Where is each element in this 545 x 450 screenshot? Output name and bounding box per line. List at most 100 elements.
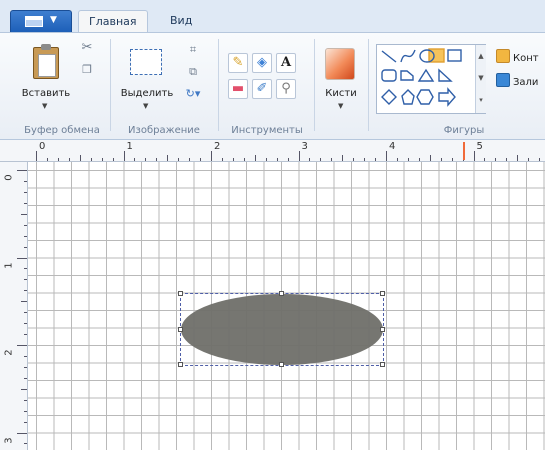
ruler-tick [17, 345, 27, 346]
ruler-tick [331, 158, 333, 161]
shapes-gallery[interactable] [376, 44, 486, 114]
outline-button-label: Конт [513, 53, 539, 64]
resize-handle[interactable] [178, 291, 183, 296]
ruler-tick [24, 312, 27, 314]
text-tool-button[interactable]: A [276, 53, 296, 73]
resize-handle[interactable] [178, 362, 183, 367]
ruler-tick [429, 155, 431, 161]
ruler-tick [79, 155, 81, 161]
crop-icon[interactable]: ⌗ [186, 43, 200, 57]
vertical-ruler: 0 1 2 3 [0, 162, 28, 450]
ruler-tick [123, 151, 125, 161]
ruler-tick [112, 158, 114, 161]
paste-button[interactable] [33, 44, 59, 79]
outline-icon [496, 49, 510, 63]
group-divider [368, 39, 369, 131]
ruler-tick [320, 158, 322, 161]
ruler-tick [24, 399, 27, 401]
gallery-scroll[interactable]: ▲ ▼ ▾ [475, 45, 486, 113]
ruler-tick [167, 155, 169, 161]
ruler-tick [211, 151, 212, 161]
resize-handle[interactable] [380, 291, 385, 296]
tools-group-label: Инструменты [231, 125, 303, 136]
paste-button-label: Вставить [21, 88, 71, 99]
chevron-down-icon: ▼ [338, 102, 344, 110]
ruler-tick [24, 224, 27, 226]
ruler-tick [353, 158, 355, 161]
fill-bucket-icon[interactable]: ◈ [252, 53, 272, 73]
ruler-tick [24, 355, 27, 357]
chevron-down-icon: ▼ [42, 102, 48, 110]
resize-handle[interactable] [279, 291, 284, 296]
outline-button[interactable]: Конт [496, 49, 539, 67]
eraser-icon[interactable]: ▬ [228, 79, 248, 99]
ruler-tick [254, 155, 256, 161]
resize-handle[interactable] [279, 362, 284, 367]
ruler-tick [517, 155, 519, 161]
shapes-gallery-icons [381, 48, 462, 107]
ruler-tick [243, 158, 245, 161]
ruler-label: 4 [389, 141, 396, 152]
magnifier-icon[interactable]: ⚲ [276, 79, 296, 99]
ribbon: Вставить ▼ ✂ ❐ Буфер обмена Выделить ▼ ⌗… [0, 32, 545, 140]
ruler-tick [200, 158, 202, 161]
ruler-tick [221, 158, 223, 161]
ruler-tick [24, 410, 27, 412]
fill-button-label: Зали [513, 77, 539, 88]
ruler-tick [276, 158, 278, 161]
ruler-label: 0 [3, 174, 15, 181]
ruler-label: 2 [214, 141, 221, 152]
ruler-tick [24, 334, 27, 336]
ruler-tick [21, 213, 27, 215]
copy-icon[interactable]: ❐ [80, 63, 94, 77]
ruler-tick [24, 202, 27, 204]
ruler-label: 2 [3, 349, 15, 356]
ruler-tick [342, 155, 344, 161]
ruler-tick [24, 377, 27, 379]
file-menu-button[interactable]: ▼ [10, 10, 72, 32]
resize-handle[interactable] [178, 326, 183, 332]
ruler-tick [90, 158, 92, 161]
brushes-button[interactable] [325, 48, 355, 80]
resize-handle[interactable] [380, 362, 385, 367]
ruler-tick [24, 235, 27, 237]
ruler-tick [36, 151, 37, 161]
ruler-tick [440, 158, 442, 161]
cut-icon[interactable]: ✂ [80, 41, 94, 55]
pencil-icon[interactable]: ✎ [228, 53, 248, 73]
rotate-icon[interactable]: ↻▾ [182, 87, 204, 101]
resize-handle[interactable] [380, 326, 385, 332]
ruler-tick [309, 158, 311, 161]
tab-home[interactable]: Главная [78, 10, 148, 33]
group-divider [314, 39, 315, 131]
tab-view[interactable]: Вид [160, 10, 202, 32]
group-divider [218, 39, 219, 131]
select-button[interactable] [130, 49, 162, 75]
ruler-tick [68, 158, 70, 161]
clipboard-group-label: Буфер обмена [24, 125, 100, 136]
ruler-tick [539, 158, 541, 161]
fill-icon [496, 73, 510, 87]
ruler-tick [24, 191, 27, 193]
ruler-tick [24, 421, 27, 423]
ruler-tick [298, 151, 300, 161]
ruler-tick [484, 158, 486, 161]
ruler-tick [506, 158, 508, 161]
fill-button[interactable]: Зали [496, 73, 538, 91]
ruler-tick [451, 158, 453, 161]
ruler-tick [24, 366, 27, 368]
resize-icon[interactable]: ⧉ [186, 65, 200, 79]
ruler-label: 3 [3, 436, 15, 444]
ruler-label: 0 [39, 141, 46, 152]
ruler-tick [21, 388, 27, 390]
ruler-tick [178, 158, 180, 161]
ruler-tick [24, 268, 27, 270]
drawing-canvas[interactable] [28, 162, 545, 450]
color-picker-icon[interactable]: ✐ [252, 79, 272, 99]
ruler-tick [145, 158, 147, 161]
ruler-tick [46, 158, 48, 161]
selection-box[interactable] [178, 291, 385, 367]
file-menu-icon [25, 16, 43, 27]
ruler-tick [24, 246, 27, 248]
ruler-tick [232, 158, 234, 161]
